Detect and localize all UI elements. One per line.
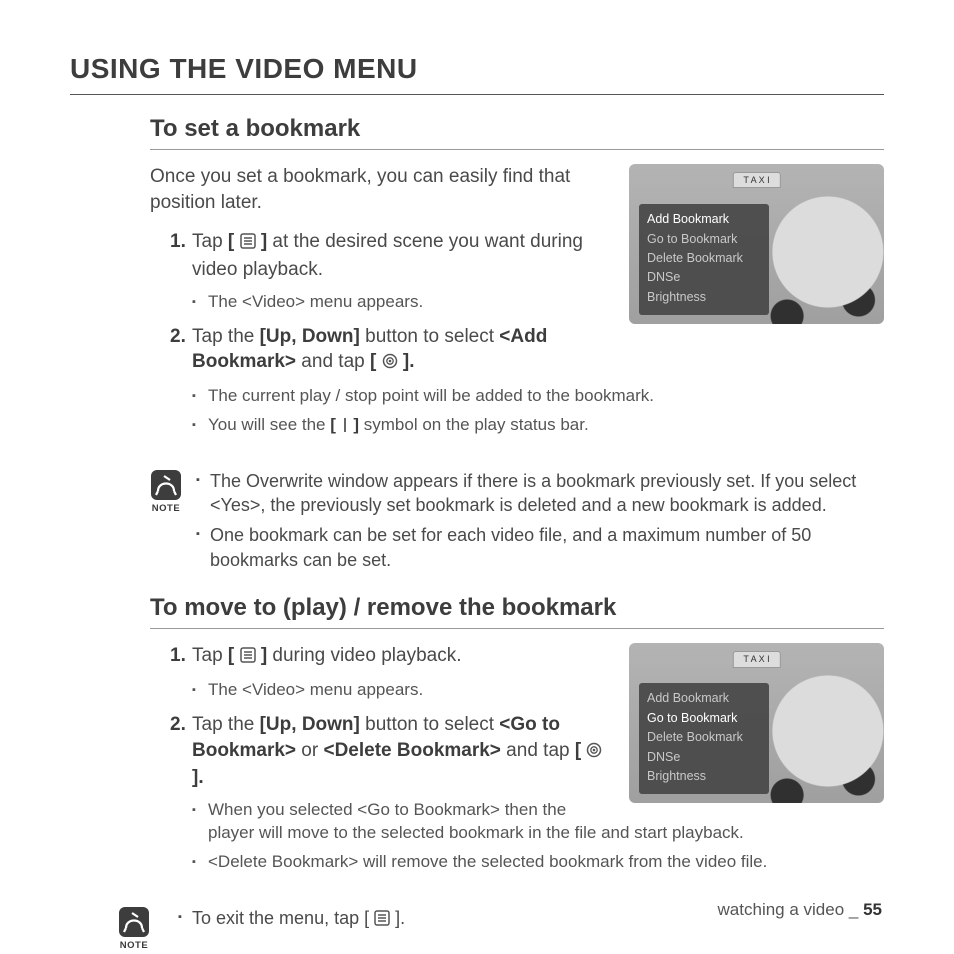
step-bold: [Up, Down] (260, 714, 360, 735)
note-text: To exit the menu, tap [ (192, 908, 374, 928)
note-icon: NOTE (150, 469, 182, 578)
bracket-open: [ (228, 645, 234, 666)
note-icon: NOTE (118, 906, 150, 953)
bracket-open: [ (370, 351, 376, 372)
bracket-close: ]. (403, 351, 415, 372)
step-1: Tap [ ] at the desired scene you want du… (170, 229, 884, 313)
step-text: Tap (192, 645, 228, 666)
sub-text: symbol on the play status bar. (359, 415, 589, 434)
section-move-remove-bookmark: To move to (play) / remove the bookmark … (70, 592, 884, 884)
note-label: NOTE (118, 940, 150, 953)
bracket-open: [ (228, 231, 234, 252)
section-heading: To set a bookmark (150, 113, 884, 150)
step-text: button to select (360, 714, 499, 735)
select-icon (586, 740, 602, 766)
step-text: Tap the (192, 714, 260, 735)
note-item: The Overwrite window appears if there is… (196, 469, 884, 518)
step-bold: [Up, Down] (260, 326, 360, 347)
page-title: USING THE VIDEO MENU (70, 50, 884, 95)
footer-text: watching a video _ (718, 900, 864, 919)
sub-item: When you selected <Go to Bookmark> then … (192, 799, 884, 845)
note-item: One bookmark can be set for each video f… (196, 523, 884, 572)
step-text: Tap the (192, 326, 260, 347)
page-footer: watching a video _ 55 (718, 899, 882, 922)
bar-icon (344, 418, 346, 432)
note-block-1: NOTE The Overwrite window appears if the… (70, 469, 884, 578)
note-item: To exit the menu, tap [ ]. (178, 906, 405, 932)
sub-item: You will see the [ ] symbol on the play … (192, 414, 884, 437)
menu-icon (240, 231, 256, 257)
step-text: during video playback. (267, 645, 461, 666)
sub-item: The current play / stop point will be ad… (192, 385, 884, 408)
bracket-open: [ (575, 740, 581, 761)
step-1: Tap [ ] during video playback. The <Vide… (170, 643, 884, 702)
step-2: Tap the [Up, Down] button to select <Add… (170, 324, 884, 437)
taxi-sign: T A X I (732, 172, 780, 188)
section-set-bookmark: To set a bookmark T A X I Add Bookmark G… (70, 113, 884, 447)
sub-item: The <Video> menu appears. (192, 679, 884, 702)
menu-icon (374, 908, 390, 932)
sub-item: The <Video> menu appears. (192, 291, 884, 314)
step-bold: <Delete Bookmark> (323, 740, 500, 761)
select-icon (382, 351, 398, 377)
menu-icon (240, 645, 256, 671)
page-number: 55 (863, 900, 882, 919)
bracket-close: ]. (192, 767, 204, 788)
section-heading: To move to (play) / remove the bookmark (150, 592, 884, 629)
sub-text: You will see the (208, 415, 330, 434)
step-text: and tap (296, 351, 370, 372)
menu-item-add: Add Bookmark (647, 210, 761, 229)
sub-item: <Delete Bookmark> will remove the select… (192, 851, 884, 874)
step-text: and tap (501, 740, 575, 761)
step-text: or (296, 740, 323, 761)
step-text: button to select (360, 326, 499, 347)
note-label: NOTE (150, 503, 182, 516)
note-text: ]. (395, 908, 405, 928)
step-2: Tap the [Up, Down] button to select <Go … (170, 712, 884, 874)
bracket-open: [ (330, 415, 336, 434)
step-text: Tap (192, 231, 228, 252)
